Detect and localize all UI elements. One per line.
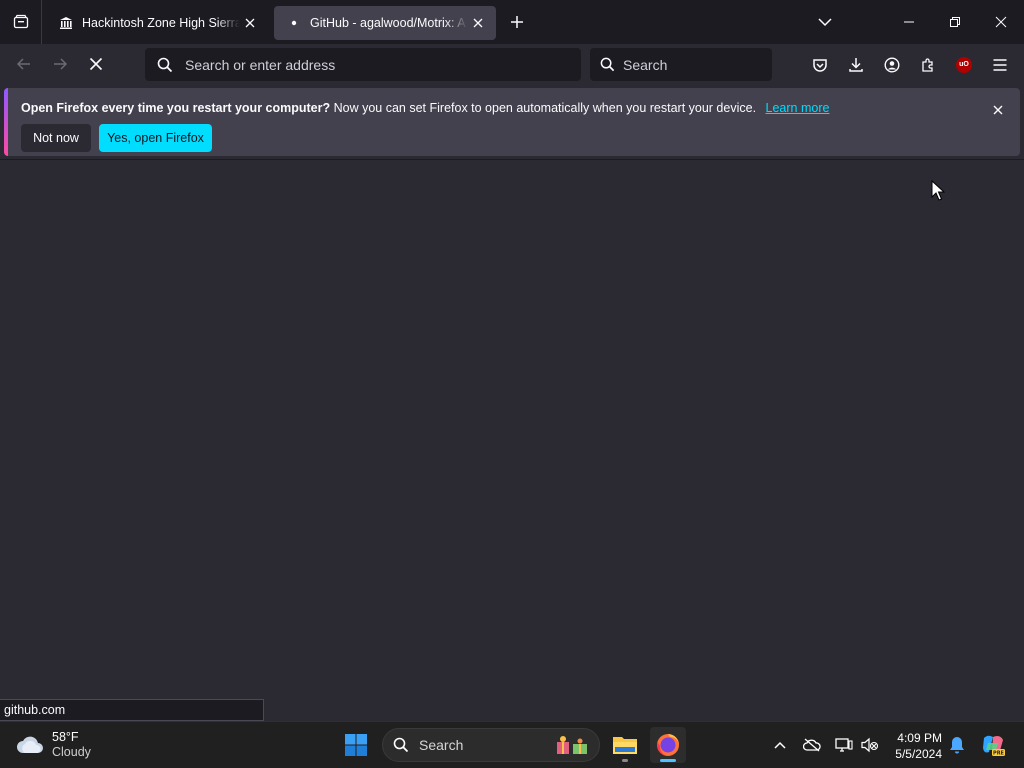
clock-date: 5/5/2024 (895, 747, 942, 761)
loading-dot-icon (286, 15, 302, 31)
mouse-cursor-icon (931, 180, 945, 201)
restore-icon (950, 17, 960, 27)
firefox-app[interactable] (650, 727, 686, 763)
bell-icon (950, 737, 964, 754)
tab-hackintosh[interactable]: Hackintosh Zone High Sierra Installer (46, 6, 268, 40)
close-icon (995, 16, 1007, 28)
weather-condition: Cloudy (52, 745, 91, 759)
app-indicator (660, 759, 676, 762)
window-controls (886, 0, 1024, 44)
show-hidden-icons-button[interactable] (770, 735, 790, 755)
search-bar[interactable] (590, 48, 772, 81)
weather-widget[interactable]: 58°F Cloudy (16, 730, 91, 760)
account-icon (884, 56, 900, 73)
monitor-icon (835, 738, 853, 752)
back-button[interactable] (8, 48, 40, 80)
windows-taskbar: 58°F Cloudy Search 4:09 PM 5/5/2024 PRE (0, 721, 1024, 768)
taskbar-search-label: Search (419, 737, 464, 753)
hamburger-menu-icon (993, 58, 1007, 71)
app-indicator (622, 759, 628, 762)
new-tab-button[interactable] (500, 5, 534, 39)
notifications-tray[interactable] (947, 735, 967, 755)
close-icon (993, 105, 1003, 115)
gift-decoration-icon (557, 736, 587, 754)
close-notification-button[interactable] (988, 100, 1008, 120)
yes-open-firefox-button[interactable]: Yes, open Firefox (99, 124, 212, 152)
stop-icon (89, 57, 103, 71)
download-icon (849, 57, 863, 72)
windows-start-icon[interactable] (344, 733, 368, 757)
folder-icon (613, 737, 637, 754)
firefox-icon (657, 734, 679, 756)
default-browser-notification: Open Firefox every time you restart your… (4, 88, 1020, 156)
forward-icon (54, 58, 68, 70)
page-content-area[interactable] (0, 160, 1024, 720)
tab-github-motrix[interactable]: GitHub - agalwood/Motrix: A full-feature… (274, 5, 496, 40)
notification-message: Open Firefox every time you restart your… (21, 101, 829, 115)
chevron-down-icon (818, 18, 832, 27)
back-icon (16, 58, 30, 70)
cloud-icon (17, 736, 43, 753)
chevron-up-icon (774, 741, 786, 749)
extensions-icon (922, 57, 933, 72)
search-icon (600, 57, 615, 72)
forward-button[interactable] (44, 48, 76, 80)
volume-muted-icon (861, 737, 879, 753)
app-menu-button[interactable] (982, 48, 1018, 81)
tab-strip: Hackintosh Zone High Sierra Installer Gi… (0, 0, 1024, 44)
clock-time: 4:09 PM (897, 731, 942, 745)
notification-accent-stripe (4, 88, 8, 156)
search-icon (393, 737, 409, 753)
learn-more-link[interactable]: Learn more (766, 101, 830, 115)
tab-title: GitHub - agalwood/Motrix: A full-feature… (310, 15, 468, 30)
taskbar-clock[interactable]: 4:09 PM 5/5/2024 (890, 730, 942, 762)
status-panel: github.com (0, 699, 264, 721)
search-input[interactable] (623, 56, 753, 73)
copilot-icon: PRE (983, 735, 1005, 757)
copilot-button[interactable]: PRE (980, 732, 1006, 758)
firefox-view-button[interactable] (0, 0, 42, 44)
url-input[interactable] (185, 56, 545, 73)
list-all-tabs-button[interactable] (808, 5, 842, 39)
pocket-button[interactable] (802, 48, 838, 81)
volume-tray[interactable] (860, 735, 880, 755)
notification-body: Now you can set Firefox to open automati… (333, 101, 757, 115)
close-window-button[interactable] (978, 0, 1024, 44)
minimize-button[interactable] (886, 0, 932, 44)
downloads-button[interactable] (838, 48, 874, 81)
ublock-icon: uO (956, 56, 972, 73)
notification-headline: Open Firefox every time you restart your… (21, 101, 331, 115)
not-now-button[interactable]: Not now (21, 124, 91, 152)
pocket-icon (813, 58, 827, 72)
toolbar-actions: uO (802, 48, 1018, 81)
stop-button[interactable] (80, 48, 112, 80)
extensions-button[interactable] (910, 48, 946, 81)
minimize-icon (904, 21, 914, 23)
url-bar[interactable] (145, 48, 581, 81)
network-tray[interactable] (834, 735, 854, 755)
file-explorer-app[interactable] (607, 727, 643, 763)
svg-text:PRE: PRE (993, 751, 1005, 757)
close-icon[interactable] (240, 13, 260, 33)
plus-icon (511, 16, 523, 28)
search-icon (157, 57, 173, 72)
restore-button[interactable] (932, 0, 978, 44)
onedrive-tray[interactable] (802, 735, 822, 755)
taskbar-search[interactable]: Search (382, 728, 600, 762)
account-button[interactable] (874, 48, 910, 81)
close-icon[interactable] (468, 13, 488, 33)
cloud-off-icon (803, 738, 821, 752)
tab-title: Hackintosh Zone High Sierra Installer (82, 15, 240, 30)
ublock-origin-button[interactable]: uO (946, 48, 982, 81)
museum-icon (58, 15, 74, 31)
weather-temperature: 58°F (52, 730, 79, 744)
navigation-toolbar: uO (0, 44, 1024, 85)
tab-list-icon (13, 14, 28, 29)
